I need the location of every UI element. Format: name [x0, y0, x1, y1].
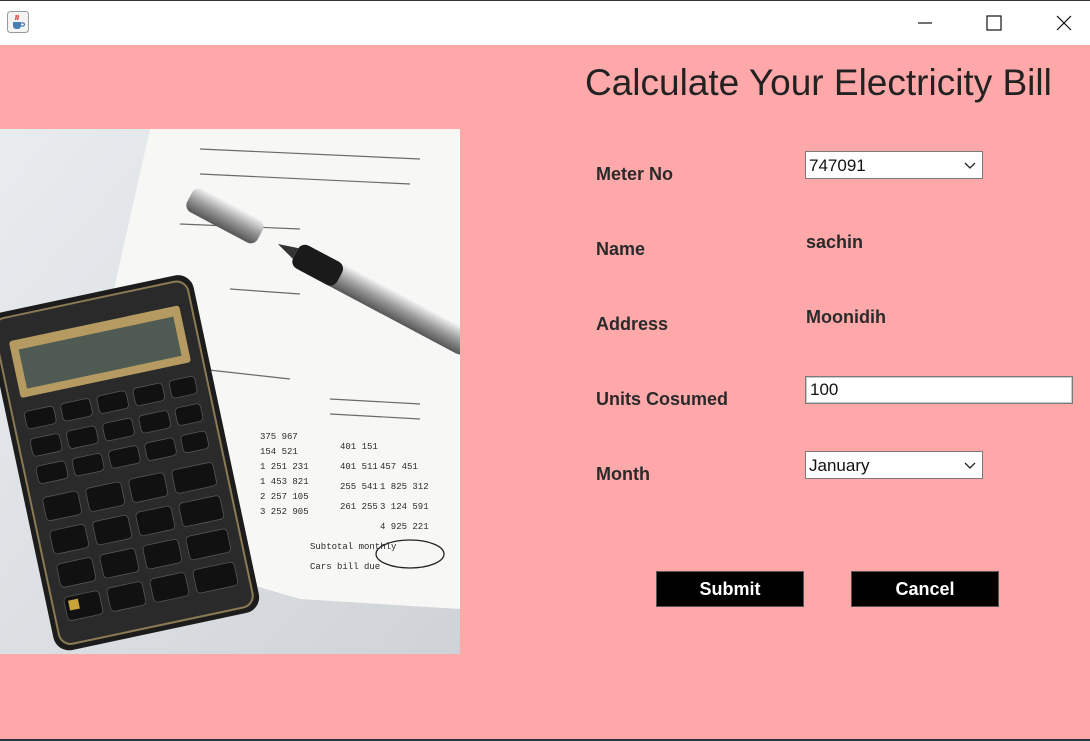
java-cup-icon — [7, 11, 29, 33]
submit-button[interactable]: Submit — [656, 571, 804, 607]
svg-text:154 521: 154 521 — [260, 447, 298, 457]
month-label: Month — [596, 464, 650, 484]
svg-text:1 453 821: 1 453 821 — [260, 477, 309, 487]
window-title-bar — [0, 0, 1090, 45]
svg-text:Cars bill due: Cars bill due — [310, 562, 380, 572]
svg-text:255 541: 255 541 — [340, 482, 378, 492]
svg-text:2 257 105: 2 257 105 — [260, 492, 309, 502]
meter-no-select[interactable]: 747091 — [805, 151, 983, 179]
month-select[interactable]: January — [805, 451, 983, 479]
address-label: Address — [596, 314, 669, 334]
maximize-icon[interactable] — [970, 1, 1016, 45]
svg-text:3 252 905: 3 252 905 — [260, 507, 309, 517]
chevron-down-icon — [964, 162, 976, 169]
units-consumed-label: Units Cosumed — [596, 389, 729, 409]
page-title: Calculate Your Electricity Bill — [585, 62, 1052, 103]
svg-text:3 124 591: 3 124 591 — [380, 502, 429, 512]
svg-text:375 967: 375 967 — [260, 432, 298, 442]
name-value: sachin — [806, 232, 864, 252]
chevron-down-icon — [964, 462, 976, 469]
close-icon[interactable] — [1040, 1, 1086, 45]
units-consumed-input[interactable] — [805, 376, 1073, 404]
meter-no-value: 747091 — [809, 156, 866, 175]
svg-text:401 151: 401 151 — [340, 442, 378, 452]
svg-text:4 925 221: 4 925 221 — [380, 522, 429, 532]
svg-text:Subtotal monthly: Subtotal monthly — [310, 542, 397, 552]
month-value: January — [809, 456, 870, 475]
name-label: Name — [596, 239, 646, 259]
address-value: Moonidih — [806, 307, 886, 327]
svg-text:1 825 312: 1 825 312 — [380, 482, 429, 492]
minimize-icon[interactable] — [902, 1, 948, 45]
svg-text:261 255: 261 255 — [340, 502, 378, 512]
meter-no-label: Meter No — [596, 164, 674, 184]
svg-text:401 511: 401 511 — [340, 462, 378, 472]
svg-text:1 251 231: 1 251 231 — [260, 462, 309, 472]
cancel-button[interactable]: Cancel — [851, 571, 999, 607]
svg-text:457 451: 457 451 — [380, 462, 418, 472]
calculator-photo: 375 967 154 521 1 251 231 1 453 821 2 25… — [0, 129, 460, 654]
